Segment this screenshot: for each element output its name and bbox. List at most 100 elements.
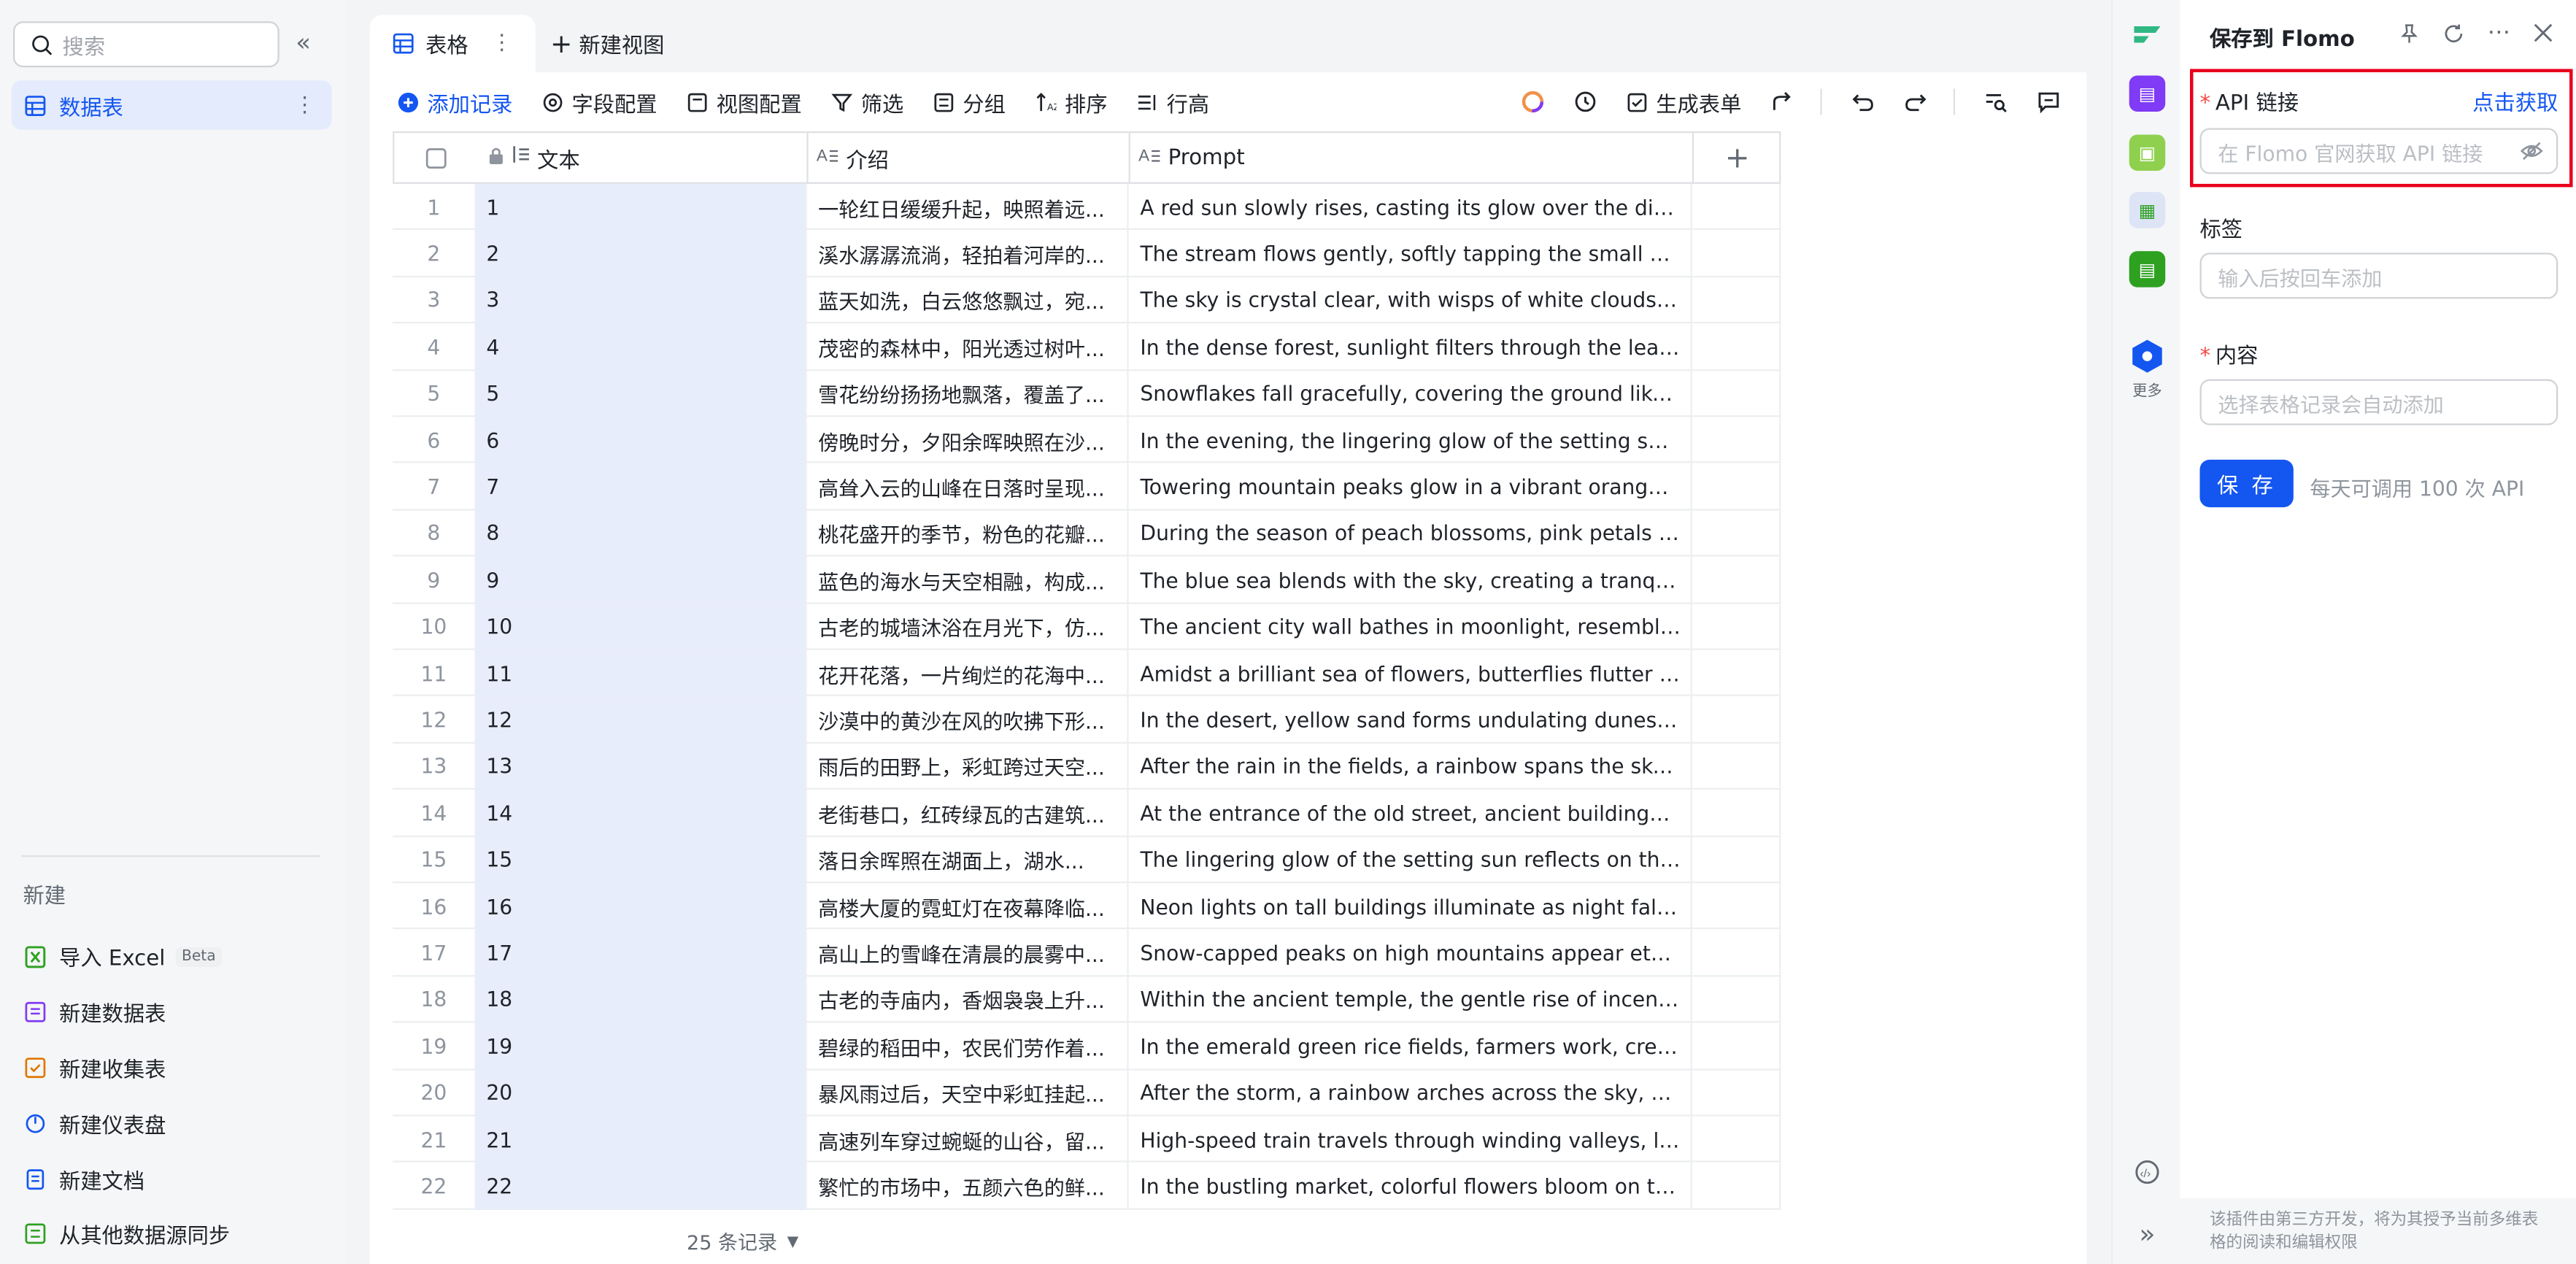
cell-prompt[interactable]: In the evening, the lingering glow of th… — [1129, 417, 1692, 464]
table-row[interactable]: 16 16 高楼大厦的霓虹灯在夜幕降临... Neon lights on tall … — [393, 883, 1781, 930]
group-button[interactable]: 分组 — [933, 86, 1006, 117]
new-dashboard-item[interactable]: 新建仪表盘 — [23, 1095, 336, 1151]
expand-panel-icon[interactable]: » — [2129, 1215, 2166, 1251]
row-height-button[interactable]: 行高 — [1137, 86, 1209, 117]
redo-icon[interactable] — [1904, 90, 1927, 113]
table-row[interactable]: 20 20 暴风雨过后，天空中彩虹挂起... After the storm, a r… — [393, 1069, 1781, 1117]
cell-text[interactable]: 21 — [474, 1116, 807, 1163]
table-row[interactable]: 21 21 高速列车穿过蜿蜒的山谷，留... High-speed train tra… — [393, 1116, 1781, 1163]
cell-intro[interactable]: 高山上的雪峰在清晨的晨雾中... — [806, 930, 1129, 976]
cell-prompt[interactable]: In the emerald green rice fields, farmer… — [1129, 1022, 1692, 1070]
collapse-sidebar-icon[interactable]: « — [296, 28, 311, 57]
sidebar-item-datatable[interactable]: 数据表 ⋮ — [11, 80, 332, 130]
cell-text[interactable]: 1 — [474, 183, 807, 231]
table-row[interactable]: 13 13 雨后的田野上，彩虹跨过天空... After the rain in th… — [393, 743, 1781, 790]
table-row[interactable]: 17 17 高山上的雪峰在清晨的晨雾中... Snow-capped peaks on… — [393, 930, 1781, 976]
table-row[interactable]: 9 9 蓝色的海水与天空相融，构成... The blue sea blends wi… — [393, 556, 1781, 604]
cell-intro[interactable]: 古老的城墙沐浴在月光下，仿... — [806, 603, 1129, 650]
cell-text[interactable]: 20 — [474, 1069, 807, 1117]
view-config-button[interactable]: 视图配置 — [687, 86, 802, 117]
cell-intro[interactable]: 蓝色的海水与天空相融，构成... — [806, 556, 1129, 604]
table-row[interactable]: 4 4 茂密的森林中，阳光透过树叶... In the dense forest, s… — [393, 323, 1781, 371]
table-row[interactable]: 12 12 沙漠中的黄沙在风的吹拂下形... In the desert, yello… — [393, 696, 1781, 744]
cell-intro[interactable]: 高速列车穿过蜿蜒的山谷，留... — [806, 1116, 1129, 1163]
search-input[interactable]: 搜索 — [13, 21, 279, 68]
cell-intro[interactable]: 碧绿的稻田中，农民们劳作着... — [806, 1022, 1129, 1070]
plugin-sheet-icon[interactable]: ▦ — [2129, 192, 2166, 228]
column-header-text[interactable]: 文本 — [477, 133, 809, 182]
cell-prompt[interactable]: The lingering glow of the setting sun re… — [1129, 836, 1692, 884]
cell-text[interactable]: 15 — [474, 836, 807, 884]
cell-intro[interactable]: 蓝天如洗，白云悠悠飘过，宛... — [806, 277, 1129, 324]
cell-intro[interactable]: 繁忙的市场中，五颜六色的鲜... — [806, 1163, 1129, 1210]
cell-text[interactable]: 17 — [474, 930, 807, 976]
table-row[interactable]: 2 2 溪水潺潺流淌，轻拍着河岸的... The stream flows gentl… — [393, 230, 1781, 277]
save-button[interactable]: 保 存 — [2199, 459, 2294, 508]
cell-text[interactable]: 2 — [474, 230, 807, 277]
content-input[interactable]: 选择表格记录会自动添加 — [2199, 379, 2558, 425]
record-count[interactable]: 25 条记录 ▼ — [687, 1228, 798, 1256]
cell-prompt[interactable]: The ancient city wall bathes in moonligh… — [1129, 603, 1692, 650]
close-icon[interactable] — [2534, 23, 2553, 42]
new-form-item[interactable]: 新建收集表 — [23, 1040, 336, 1095]
table-row[interactable]: 11 11 花开花落，一片绚烂的花海中... Amidst a brilliant s… — [393, 650, 1781, 697]
column-header-prompt[interactable]: A Prompt — [1130, 133, 1694, 182]
cell-prompt[interactable]: Amidst a brilliant sea of flowers, butte… — [1129, 650, 1692, 697]
cell-prompt[interactable]: The blue sea blends with the sky, creati… — [1129, 556, 1692, 604]
undo-icon[interactable] — [1851, 90, 1875, 113]
comment-icon[interactable] — [2037, 90, 2061, 114]
more-vertical-icon[interactable]: ⋮ — [294, 93, 315, 117]
cell-text[interactable]: 8 — [474, 510, 807, 557]
table-row[interactable]: 14 14 老街巷口，红砖绿瓦的古建筑... At the entrance of t… — [393, 790, 1781, 837]
cell-prompt[interactable]: The stream flows gently, softly tapping … — [1129, 230, 1692, 277]
table-row[interactable]: 1 1 一轮红日缓缓升起，映照着远... A red sun slowly rises… — [393, 183, 1781, 231]
more-horizontal-icon[interactable]: ⋯ — [2487, 20, 2510, 46]
sync-datasource-item[interactable]: 从其他数据源同步 — [23, 1206, 336, 1262]
dev-icon[interactable]: ‹/› — [2129, 1154, 2166, 1190]
cell-intro[interactable]: 傍晚时分，夕阳余晖映照在沙... — [806, 417, 1129, 464]
more-plugins-icon[interactable] — [2129, 338, 2166, 374]
table-row[interactable]: 18 18 古老的寺庙内，香烟袅袅上升... Within the ancient t… — [393, 976, 1781, 1023]
cell-prompt[interactable]: Towering mountain peaks glow in a vibran… — [1129, 463, 1692, 511]
cell-text[interactable]: 16 — [474, 883, 807, 930]
cell-intro[interactable]: 高楼大厦的霓虹灯在夜幕降临... — [806, 883, 1129, 930]
tags-input[interactable]: 输入后按回车添加 — [2199, 253, 2558, 299]
table-row[interactable]: 3 3 蓝天如洗，白云悠悠飘过，宛... The sky is crystal cle… — [393, 277, 1781, 324]
cell-text[interactable]: 10 — [474, 603, 807, 650]
tab-grid-view[interactable]: 表格 ⋮ — [369, 15, 536, 72]
cell-intro[interactable]: 一轮红日缓缓升起，映照着远... — [806, 183, 1129, 231]
cell-prompt[interactable]: A red sun slowly rises, casting its glow… — [1129, 183, 1692, 231]
table-row[interactable]: 22 22 繁忙的市场中，五颜六色的鲜... In the bustling mark… — [393, 1163, 1781, 1210]
cell-prompt[interactable]: In the desert, yellow sand forms undulat… — [1129, 696, 1692, 744]
cell-text[interactable]: 14 — [474, 790, 807, 837]
cell-prompt[interactable]: At the entrance of the old street, ancie… — [1129, 790, 1692, 837]
cell-intro[interactable]: 老街巷口，红砖绿瓦的古建筑... — [806, 790, 1129, 837]
cell-intro[interactable]: 暴风雨过后，天空中彩虹挂起... — [806, 1069, 1129, 1117]
table-row[interactable]: 10 10 古老的城墙沐浴在月光下，仿... The ancient city wal… — [393, 603, 1781, 650]
api-link-input[interactable]: 在 Flomo 官网获取 API 链接 — [2199, 128, 2558, 174]
cell-intro[interactable]: 雨后的田野上，彩虹跨过天空... — [806, 743, 1129, 790]
cell-prompt[interactable]: After the storm, a rainbow arches across… — [1129, 1069, 1692, 1117]
pin-icon[interactable] — [2399, 22, 2420, 43]
more-vertical-icon[interactable]: ⋮ — [491, 31, 512, 56]
cell-text[interactable]: 4 — [474, 323, 807, 371]
cell-prompt[interactable]: Snow-capped peaks on high mountains appe… — [1129, 930, 1692, 976]
new-table-item[interactable]: 新建数据表 — [23, 984, 336, 1040]
cell-text[interactable]: 19 — [474, 1022, 807, 1070]
cell-text[interactable]: 7 — [474, 463, 807, 511]
cell-prompt[interactable]: High-speed train travels through winding… — [1129, 1116, 1692, 1163]
add-column-button[interactable]: + — [1694, 133, 1781, 182]
cell-text[interactable]: 13 — [474, 743, 807, 790]
column-header-intro[interactable]: A 介绍 — [809, 133, 1130, 182]
eye-off-icon[interactable] — [2520, 139, 2543, 167]
import-excel-item[interactable]: 导入 Excel Beta — [23, 929, 336, 984]
table-row[interactable]: 6 6 傍晚时分，夕阳余晖映照在沙... In the evening, the li… — [393, 417, 1781, 464]
refresh-icon[interactable] — [2443, 22, 2464, 43]
ai-icon[interactable] — [1522, 90, 1545, 113]
plugin-file-icon[interactable]: ▤ — [2129, 251, 2166, 288]
cell-prompt[interactable]: In the dense forest, sunlight filters th… — [1129, 323, 1692, 371]
cell-text[interactable]: 5 — [474, 370, 807, 417]
new-view-button[interactable]: + 新建视图 — [550, 28, 664, 59]
cell-intro[interactable]: 雪花纷纷扬扬地飘落，覆盖了... — [806, 370, 1129, 417]
find-icon[interactable] — [1985, 90, 2008, 113]
